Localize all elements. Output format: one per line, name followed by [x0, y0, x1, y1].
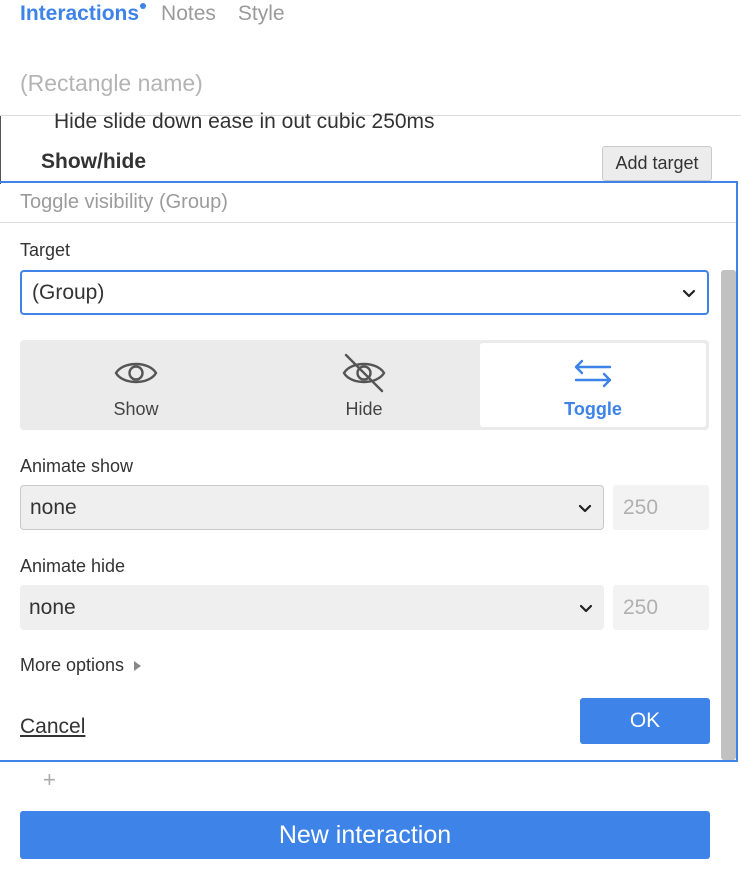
- new-interaction-button[interactable]: New interaction: [20, 811, 710, 859]
- more-options-toggle[interactable]: More options: [20, 655, 142, 676]
- rectangle-name-field[interactable]: (Rectangle name): [20, 70, 203, 97]
- animate-show-label: Animate show: [20, 456, 134, 476]
- ok-button[interactable]: OK: [580, 698, 710, 744]
- notification-dot: [140, 3, 147, 9]
- hide-animation-summary: Hide slide down ease in out cubic 250ms: [54, 110, 435, 133]
- tab-style[interactable]: Style: [238, 2, 285, 30]
- animate-hide-label: Animate hide: [20, 556, 126, 576]
- eye-off-icon: [342, 353, 386, 393]
- visibility-mode-group: Show Hide Toggle: [20, 340, 709, 430]
- more-options-label: More options: [20, 655, 125, 675]
- tab-style-label: Style: [237, 2, 285, 25]
- divider: [0, 222, 736, 223]
- triangle-right-icon: [134, 660, 142, 671]
- target-select-value: (Group): [32, 280, 105, 304]
- animate-show-select[interactable]: none: [20, 485, 604, 530]
- mode-hide-button[interactable]: Hide: [251, 343, 477, 427]
- toggle-visibility-panel: Toggle visibility (Group) Target (Group)…: [0, 181, 738, 762]
- chevron-down-icon: [579, 604, 593, 612]
- tab-notes-label: Notes: [161, 2, 216, 25]
- animate-hide-value: none: [29, 595, 76, 619]
- chevron-down-icon: [578, 504, 592, 512]
- mode-show-label: Show: [113, 399, 159, 419]
- scrollbar[interactable]: [721, 270, 736, 760]
- mode-show-button[interactable]: Show: [23, 343, 249, 427]
- animate-show-value: none: [30, 495, 77, 519]
- tab-bar: Interactions Notes Style: [20, 2, 285, 30]
- mode-toggle-button[interactable]: Toggle: [480, 343, 706, 427]
- panel-title: Toggle visibility (Group): [20, 191, 228, 213]
- mode-hide-label: Hide: [345, 399, 383, 419]
- animate-hide-duration-input[interactable]: 250: [613, 585, 709, 630]
- swap-arrows-icon: [574, 359, 612, 388]
- cancel-button[interactable]: Cancel: [20, 715, 85, 739]
- animate-hide-select[interactable]: none: [20, 585, 604, 630]
- mode-toggle-label: Toggle: [564, 399, 622, 419]
- target-select[interactable]: (Group): [20, 270, 709, 315]
- interaction-summary: Hide slide down ease in out cubic 250ms …: [0, 110, 741, 184]
- chevron-down-icon: [682, 289, 696, 297]
- add-step-button[interactable]: +: [43, 767, 56, 793]
- animate-show-duration-input[interactable]: 250: [613, 485, 709, 530]
- target-label: Target: [20, 240, 71, 260]
- eye-icon: [114, 362, 158, 384]
- tab-interactions[interactable]: Interactions: [20, 2, 147, 30]
- add-target-button[interactable]: Add target: [602, 146, 712, 181]
- tab-notes[interactable]: Notes: [161, 2, 216, 30]
- tab-interactions-label: Interactions: [20, 2, 140, 25]
- interaction-title: Show/hide: [41, 150, 146, 173]
